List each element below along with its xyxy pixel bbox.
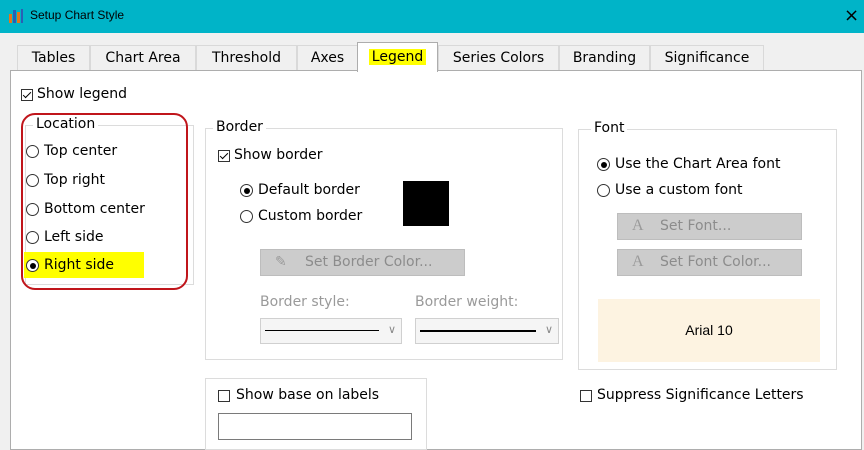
annotation-highlight-ring [21,113,188,290]
border-group-title: Border [213,119,266,135]
border-weight-label: Border weight: [415,294,519,310]
set-border-color-label: Set Border Color... [305,254,433,270]
show-legend-checkbox[interactable] [21,89,33,101]
chevron-down-icon: ∨ [544,323,553,336]
set-font-color-button[interactable]: A Set Font Color... [617,249,802,276]
show-legend-label: Show legend [37,86,127,102]
use-chart-area-font-radio[interactable] [597,158,610,171]
use-custom-font-label: Use a custom font [615,182,743,198]
use-chart-area-font-label: Use the Chart Area font [615,156,781,172]
border-weight-sample [420,330,536,332]
title-bar [0,0,864,33]
font-preview-box: Arial 10 [598,299,820,362]
show-base-on-labels-label: Show base on labels [236,387,380,403]
tab-series-colors[interactable]: Series Colors [438,45,559,70]
chart-app-icon [9,9,23,23]
use-custom-font-radio[interactable] [597,184,610,197]
close-icon[interactable]: × [844,5,859,26]
font-group-title: Font [591,120,628,136]
tab-threshold[interactable]: Threshold [196,45,297,70]
border-weight-dropdown[interactable]: ∨ [415,318,559,344]
suppress-significance-label: Suppress Significance Letters [597,387,804,403]
tab-tables[interactable]: Tables [17,45,90,70]
border-style-dropdown[interactable]: ∨ [260,318,402,344]
tab-significance[interactable]: Significance [650,45,764,70]
default-border-label: Default border [258,182,360,198]
set-border-color-button[interactable]: ✎ Set Border Color... [260,249,465,276]
custom-border-label: Custom border [258,208,363,224]
border-style-label: Border style: [260,294,350,310]
border-style-sample [265,330,379,331]
custom-border-radio[interactable] [240,210,253,223]
show-border-label: Show border [234,147,323,163]
window-title: Setup Chart Style [30,8,125,22]
set-font-label: Set Font... [660,218,732,234]
set-font-color-label: Set Font Color... [660,254,771,270]
border-color-swatch [403,181,449,226]
tab-legend[interactable]: Legend [357,42,438,72]
paint-brush-icon: ✎ [275,254,287,270]
base-label-text-input[interactable] [218,413,412,440]
show-border-checkbox[interactable] [218,150,230,162]
tab-chart-area[interactable]: Chart Area [90,45,196,70]
default-border-radio[interactable] [240,184,253,197]
font-preview-text: Arial 10 [685,322,733,338]
show-base-on-labels-checkbox[interactable] [218,390,230,402]
chevron-down-icon: ∨ [387,323,396,336]
tab-branding[interactable]: Branding [559,45,650,70]
font-color-icon: A [632,253,644,270]
suppress-significance-checkbox[interactable] [580,390,592,402]
font-a-icon: A [632,217,644,234]
set-font-button[interactable]: A Set Font... [617,213,802,240]
tab-axes[interactable]: Axes [297,45,358,70]
tab-legend-label: Legend [368,49,427,65]
